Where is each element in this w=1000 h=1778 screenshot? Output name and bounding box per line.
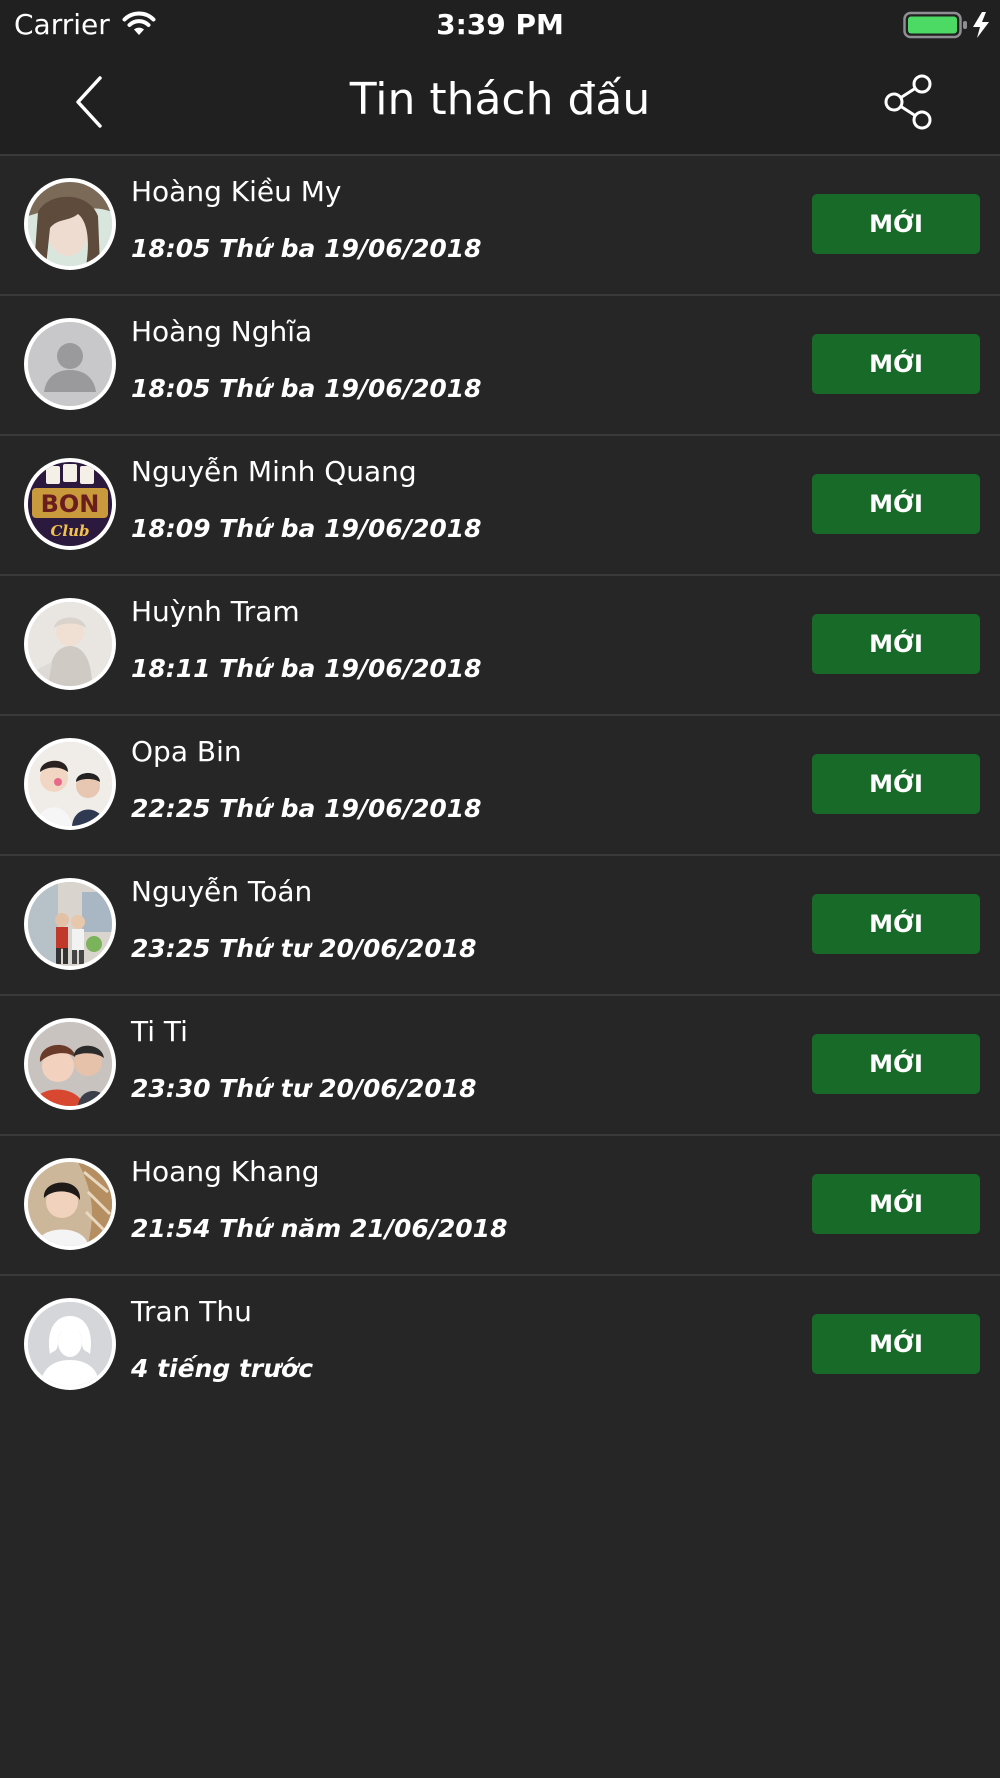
list-item[interactable]: Hoang Khang 21:54 Thứ năm 21/06/2018 MỚI <box>0 1136 1000 1276</box>
challenge-time: 23:30 Thứ tư 20/06/2018 <box>131 1074 477 1103</box>
challenge-time: 18:05 Thứ ba 19/06/2018 <box>131 374 482 403</box>
avatar <box>24 178 116 270</box>
list-item[interactable]: Tran Thu 4 tiếng trước MỚI <box>0 1276 1000 1414</box>
new-button[interactable]: MỚI <box>812 334 980 394</box>
avatar <box>24 1018 116 1110</box>
user-name: Nguyễn Toán <box>131 875 313 908</box>
challenge-time: 22:25 Thứ ba 19/06/2018 <box>131 794 482 823</box>
avatar <box>24 598 116 690</box>
navigation-bar: Tin thách đấu <box>0 50 1000 156</box>
challenge-time: 18:05 Thứ ba 19/06/2018 <box>131 234 482 263</box>
avatar <box>24 738 116 830</box>
share-icon[interactable] <box>880 72 938 132</box>
avatar <box>24 1158 116 1250</box>
default-female-avatar-icon <box>28 1302 112 1386</box>
avatar <box>24 878 116 970</box>
challenge-time: 21:54 Thứ năm 21/06/2018 <box>131 1214 508 1243</box>
user-name: Opa Bin <box>131 735 242 768</box>
photo-avatar-icon <box>28 1022 112 1106</box>
new-button[interactable]: MỚI <box>812 474 980 534</box>
user-name: Nguyễn Minh Quang <box>131 455 417 488</box>
bon-logo-text: BON <box>41 490 100 518</box>
list-item[interactable]: Ti Ti 23:30 Thứ tư 20/06/2018 MỚI <box>0 996 1000 1136</box>
avatar: BON Club <box>24 458 116 550</box>
new-button[interactable]: MỚI <box>812 1314 980 1374</box>
avatar <box>24 1298 116 1390</box>
challenge-time: 18:11 Thứ ba 19/06/2018 <box>131 654 482 683</box>
photo-avatar-icon <box>28 602 112 686</box>
new-button[interactable]: MỚI <box>812 194 980 254</box>
user-name: Ti Ti <box>131 1015 188 1048</box>
page-title: Tin thách đấu <box>349 74 651 125</box>
challenge-time: 18:09 Thứ ba 19/06/2018 <box>131 514 482 543</box>
new-button[interactable]: MỚI <box>812 894 980 954</box>
challenge-time: 4 tiếng trước <box>131 1354 314 1383</box>
photo-avatar-icon <box>28 182 112 266</box>
user-name: Hoàng Kiều My <box>131 175 342 208</box>
photo-avatar-icon <box>28 1162 112 1246</box>
default-avatar-icon <box>28 322 112 406</box>
list-item[interactable]: Hoàng Nghĩa 18:05 Thứ ba 19/06/2018 MỚI <box>0 296 1000 436</box>
list-item[interactable]: Nguyễn Toán 23:25 Thứ tư 20/06/2018 MỚI <box>0 856 1000 996</box>
avatar <box>24 318 116 410</box>
user-name: Tran Thu <box>131 1295 252 1328</box>
challenge-list: Hoàng Kiều My 18:05 Thứ ba 19/06/2018 MỚ… <box>0 156 1000 1414</box>
list-item[interactable]: Hoàng Kiều My 18:05 Thứ ba 19/06/2018 MỚ… <box>0 156 1000 296</box>
battery-charging-icon <box>903 11 989 39</box>
status-bar: Carrier 3:39 PM <box>0 0 1000 50</box>
list-item[interactable]: BON Club Nguyễn Minh Quang 18:09 Thứ ba … <box>0 436 1000 576</box>
club-logo-text: Club <box>50 522 89 540</box>
list-item[interactable]: Opa Bin 22:25 Thứ ba 19/06/2018 MỚI <box>0 716 1000 856</box>
status-time: 3:39 PM <box>436 8 564 41</box>
user-name: Hoàng Nghĩa <box>131 315 313 348</box>
challenge-time: 23:25 Thứ tư 20/06/2018 <box>131 934 477 963</box>
new-button[interactable]: MỚI <box>812 614 980 674</box>
bon-club-logo-icon: BON Club <box>28 462 112 546</box>
user-name: Hoang Khang <box>131 1155 320 1188</box>
list-item[interactable]: Huỳnh Tram 18:11 Thứ ba 19/06/2018 MỚI <box>0 576 1000 716</box>
new-button[interactable]: MỚI <box>812 1174 980 1234</box>
photo-avatar-icon <box>28 742 112 826</box>
new-button[interactable]: MỚI <box>812 754 980 814</box>
new-button[interactable]: MỚI <box>812 1034 980 1094</box>
user-name: Huỳnh Tram <box>131 595 300 628</box>
photo-avatar-icon <box>28 882 112 966</box>
